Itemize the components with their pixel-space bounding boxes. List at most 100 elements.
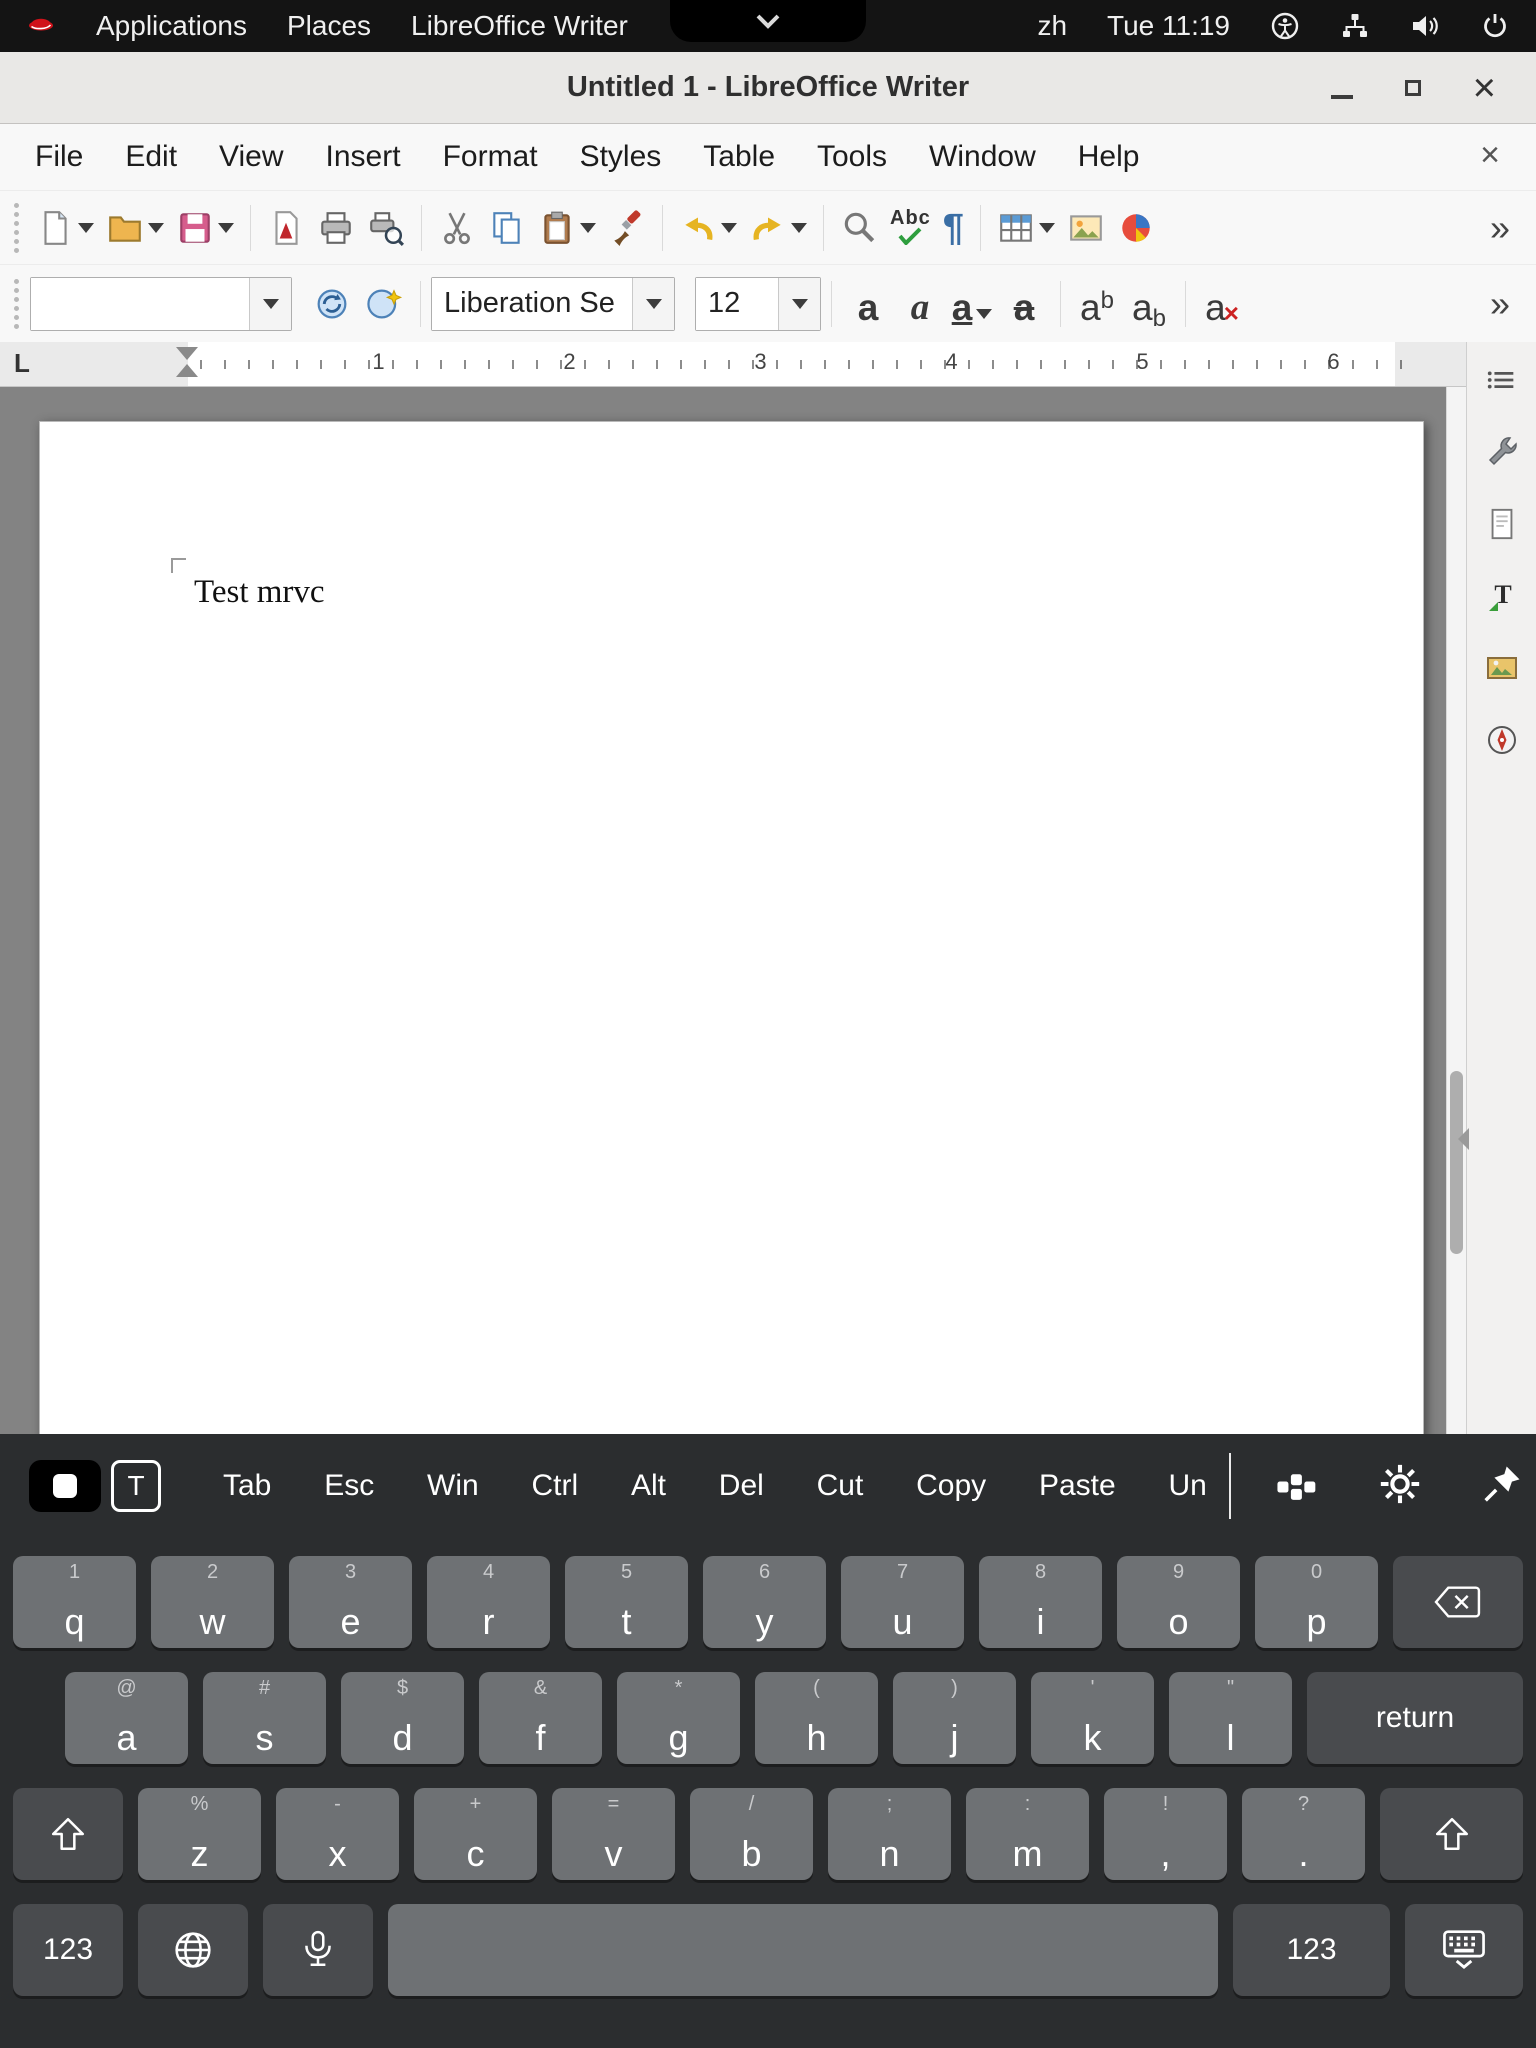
- keyboard-key[interactable]: 9 o: [1117, 1556, 1240, 1648]
- vertical-scrollbar[interactable]: [1446, 387, 1466, 1434]
- keyboard-key[interactable]: % z: [138, 1788, 261, 1880]
- dictation-key[interactable]: [263, 1904, 373, 1996]
- menu-item[interactable]: Styles: [559, 134, 683, 180]
- find-replace-button[interactable]: [834, 199, 884, 257]
- toolbar-drag-handle[interactable]: [14, 203, 20, 253]
- keyboard-key[interactable]: + c: [414, 1788, 537, 1880]
- font-size-input[interactable]: [696, 278, 778, 330]
- menu-item[interactable]: Window: [908, 134, 1057, 180]
- gallery-deck-icon[interactable]: [1478, 644, 1526, 692]
- space-key[interactable]: [388, 1904, 1218, 1996]
- dropdown-arrow-icon[interactable]: [218, 223, 234, 233]
- paste-button[interactable]: [532, 199, 602, 257]
- numbers-key-left[interactable]: 123: [13, 1904, 123, 1996]
- dropdown-arrow-icon[interactable]: [1039, 223, 1055, 233]
- undo-button[interactable]: [673, 199, 743, 257]
- keyboard-key[interactable]: / b: [690, 1788, 813, 1880]
- function-key[interactable]: Copy: [916, 1469, 986, 1503]
- styles-deck-icon[interactable]: T: [1478, 572, 1526, 620]
- keyboard-key[interactable]: 7 u: [841, 1556, 964, 1648]
- close-document-button[interactable]: ×: [1462, 136, 1518, 175]
- italic-button[interactable]: a: [894, 275, 946, 333]
- save-button[interactable]: [170, 199, 240, 257]
- close-window-button[interactable]: ×: [1473, 68, 1496, 108]
- function-key[interactable]: Alt: [631, 1469, 666, 1503]
- copy-button[interactable]: [482, 199, 532, 257]
- insert-chart-button[interactable]: [1111, 199, 1161, 257]
- menu-item[interactable]: Tools: [796, 134, 908, 180]
- toolbar-drag-handle[interactable]: [14, 279, 20, 329]
- numbers-key-right[interactable]: 123: [1233, 1904, 1390, 1996]
- keyboard-key[interactable]: 2 w: [151, 1556, 274, 1648]
- shift-key-right[interactable]: [1380, 1788, 1523, 1880]
- gear-icon[interactable]: [1377, 1461, 1423, 1512]
- font-name-dropdown[interactable]: [632, 278, 674, 330]
- keyboard-key[interactable]: ) j: [893, 1672, 1016, 1764]
- paragraph-style-input[interactable]: [31, 278, 249, 330]
- menu-item[interactable]: Table: [682, 134, 796, 180]
- redo-button[interactable]: [743, 199, 813, 257]
- export-pdf-button[interactable]: [261, 199, 311, 257]
- horizontal-ruler[interactable]: L 123456: [0, 342, 1466, 387]
- new-style-button[interactable]: [358, 275, 410, 333]
- keyboard-key[interactable]: : m: [966, 1788, 1089, 1880]
- backspace-key[interactable]: [1393, 1556, 1523, 1648]
- strikethrough-button[interactable]: a: [998, 275, 1050, 333]
- keyboard-key[interactable]: @ a: [65, 1672, 188, 1764]
- function-key[interactable]: Win: [427, 1469, 479, 1503]
- dismiss-keyboard-key[interactable]: [1405, 1904, 1523, 1996]
- applications-menu[interactable]: Applications: [96, 8, 247, 44]
- function-key[interactable]: Tab: [223, 1469, 271, 1503]
- update-style-button[interactable]: [306, 275, 358, 333]
- toolbar-overflow-button[interactable]: »: [1476, 283, 1524, 325]
- places-menu[interactable]: Places: [287, 8, 371, 44]
- clock[interactable]: Tue 11:19: [1107, 10, 1230, 42]
- sidebar-expander-icon[interactable]: [1458, 1128, 1469, 1150]
- clear-formatting-button[interactable]: a×: [1196, 275, 1248, 333]
- active-app-menu[interactable]: LibreOffice Writer: [411, 8, 628, 44]
- print-button[interactable]: [311, 199, 361, 257]
- subscript-button[interactable]: ab: [1123, 275, 1175, 333]
- dropdown-arrow-icon[interactable]: [976, 309, 992, 319]
- cut-button[interactable]: [432, 199, 482, 257]
- keyboard-key[interactable]: * g: [617, 1672, 740, 1764]
- menu-item[interactable]: View: [198, 134, 304, 180]
- menu-item[interactable]: File: [14, 134, 104, 180]
- keyboard-key[interactable]: ' k: [1031, 1672, 1154, 1764]
- dropdown-arrow-icon[interactable]: [78, 223, 94, 233]
- shift-key-left[interactable]: [13, 1788, 123, 1880]
- function-key[interactable]: Un: [1169, 1469, 1207, 1503]
- dropdown-arrow-icon[interactable]: [580, 223, 596, 233]
- network-icon[interactable]: [1340, 11, 1370, 41]
- spelling-button[interactable]: Abc: [884, 199, 937, 257]
- power-icon[interactable]: [1480, 11, 1510, 41]
- superscript-button[interactable]: ab: [1071, 275, 1123, 333]
- keyboard-key[interactable]: $ d: [341, 1672, 464, 1764]
- keyboard-key[interactable]: 4 r: [427, 1556, 550, 1648]
- dropdown-arrow-icon[interactable]: [148, 223, 164, 233]
- document-text[interactable]: Test mrvc: [194, 574, 325, 611]
- toolbar-overflow-button[interactable]: »: [1476, 207, 1524, 249]
- pin-icon[interactable]: [1481, 1463, 1523, 1510]
- remote-toolbar-notch[interactable]: [670, 0, 866, 42]
- document-page[interactable]: Test mrvc: [39, 421, 1424, 1434]
- formatting-marks-button[interactable]: ¶: [937, 199, 970, 257]
- distro-logo-icon[interactable]: [26, 8, 56, 45]
- menu-item[interactable]: Edit: [104, 134, 198, 180]
- globe-key[interactable]: [138, 1904, 248, 1996]
- keyboard-key[interactable]: 6 y: [703, 1556, 826, 1648]
- underline-button[interactable]: a: [946, 275, 998, 333]
- keyboard-key[interactable]: & f: [479, 1672, 602, 1764]
- keyboard-key[interactable]: 5 t: [565, 1556, 688, 1648]
- paragraph-style-dropdown[interactable]: [249, 278, 291, 330]
- keyboard-key[interactable]: 3 e: [289, 1556, 412, 1648]
- keyboard-key[interactable]: ; n: [828, 1788, 951, 1880]
- keyboard-key[interactable]: 0 p: [1255, 1556, 1378, 1648]
- function-key[interactable]: Esc: [324, 1469, 374, 1503]
- menu-item[interactable]: Format: [422, 134, 559, 180]
- keyboard-key[interactable]: " l: [1169, 1672, 1292, 1764]
- keyboard-key[interactable]: 1 q: [13, 1556, 136, 1648]
- scrollbar-thumb[interactable]: [1450, 1071, 1463, 1254]
- bold-button[interactable]: a: [842, 275, 894, 333]
- font-size-dropdown[interactable]: [778, 278, 820, 330]
